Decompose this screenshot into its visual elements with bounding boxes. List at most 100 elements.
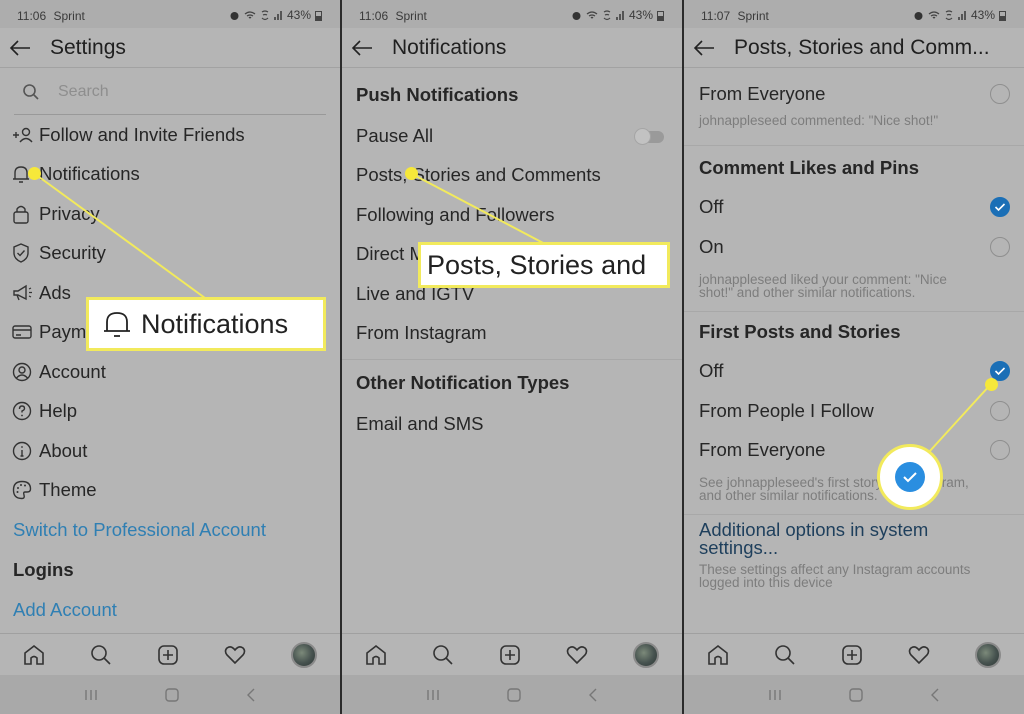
radio-unselected[interactable] <box>990 440 1010 461</box>
option-label: On <box>699 235 724 257</box>
search-icon[interactable] <box>432 644 454 666</box>
back-arrow-icon <box>351 39 372 56</box>
radio-unselected[interactable] <box>990 83 1010 104</box>
settings-item-label: Security <box>39 242 106 264</box>
option-description: johnappleseed commented: "Nice shot!" <box>699 112 939 128</box>
status-time: 11:06 <box>17 9 47 23</box>
back-nav-icon[interactable] <box>930 688 940 702</box>
hotspot-icon <box>261 9 269 20</box>
home-icon[interactable] <box>707 644 729 666</box>
status-time: 11:06 <box>359 9 389 23</box>
settings-item-label: Account <box>39 360 106 382</box>
posts-stories-comments-screen: 11:07 Sprint 43% Posts, Stories and Comm… <box>684 0 1024 714</box>
signal-icon <box>273 11 282 20</box>
pause-all-label: Pause All <box>356 124 434 146</box>
add-account-link[interactable]: Add Account <box>0 590 340 630</box>
radio-unselected[interactable] <box>990 236 1010 257</box>
settings-item-help[interactable]: Help <box>0 392 340 432</box>
additional-options-link[interactable]: Additional options in system settings... <box>684 520 1024 557</box>
system-nav-bar <box>342 675 682 714</box>
option-from-people-i-follow[interactable]: From People I Follow <box>684 391 1024 431</box>
back-button[interactable] <box>0 39 50 56</box>
notifications-callout: Notifications <box>86 297 326 351</box>
settings-item-label: Theme <box>39 479 97 501</box>
profile-avatar[interactable] <box>633 641 660 668</box>
system-nav-bar <box>0 675 340 714</box>
option-from-everyone-comments[interactable]: From Everyone <box>684 74 1024 114</box>
home-icon[interactable] <box>365 644 387 666</box>
highlight-dot <box>28 167 41 180</box>
search-input[interactable]: Search <box>14 69 326 115</box>
option-label: Off <box>699 196 724 218</box>
search-icon[interactable] <box>90 644 112 666</box>
option-first-posts-off[interactable]: Off <box>684 352 1024 392</box>
new-post-icon[interactable] <box>499 644 521 666</box>
checkmark-magnifier-callout <box>877 444 943 510</box>
section-divider <box>684 514 1024 515</box>
settings-item-label: Ads <box>39 281 71 303</box>
page-title: Posts, Stories and Comm... <box>734 35 990 59</box>
profile-avatar[interactable] <box>291 641 318 668</box>
notif-item-from-instagram[interactable]: From Instagram <box>342 314 682 354</box>
alarm-icon <box>572 11 581 20</box>
pause-all-toggle[interactable] <box>634 127 664 145</box>
recent-apps-icon[interactable] <box>768 689 782 701</box>
activity-heart-icon[interactable] <box>566 645 588 665</box>
home-nav-icon[interactable] <box>165 687 179 702</box>
back-nav-icon[interactable] <box>588 688 598 702</box>
settings-item-security[interactable]: Security <box>0 234 340 274</box>
settings-item-theme[interactable]: Theme <box>0 471 340 511</box>
notif-item-posts-stories-comments[interactable]: Posts, Stories and Comments <box>342 156 682 196</box>
recent-apps-icon[interactable] <box>84 689 98 701</box>
new-post-icon[interactable] <box>157 644 179 666</box>
alarm-icon <box>230 11 239 20</box>
option-comment-likes-on[interactable]: On <box>684 227 1024 267</box>
option-comment-likes-off[interactable]: Off <box>684 188 1024 228</box>
battery-percent: 43% <box>970 8 995 22</box>
settings-item-notifications[interactable]: Notifications <box>0 155 340 195</box>
card-icon <box>12 325 32 339</box>
settings-item-follow-invite[interactable]: Follow and Invite Friends <box>0 115 340 155</box>
home-icon[interactable] <box>23 644 45 666</box>
pause-all-row[interactable]: Pause All <box>342 116 682 156</box>
back-button[interactable] <box>684 39 734 56</box>
search-icon[interactable] <box>774 644 796 666</box>
back-button[interactable] <box>342 39 392 56</box>
radio-selected[interactable] <box>990 197 1010 218</box>
option-from-everyone-first-posts[interactable]: From Everyone <box>684 431 1024 471</box>
alarm-icon <box>914 11 923 20</box>
battery-percent: 43% <box>628 8 653 22</box>
status-bar: 11:06 Sprint 43% <box>342 0 682 28</box>
back-nav-icon[interactable] <box>246 688 256 702</box>
status-carrier: Sprint <box>737 9 769 23</box>
notif-item-following-followers[interactable]: Following and Followers <box>342 195 682 235</box>
new-post-icon[interactable] <box>841 644 863 666</box>
activity-heart-icon[interactable] <box>224 645 246 665</box>
switch-professional-link[interactable]: Switch to Professional Account <box>0 510 340 550</box>
highlight-dot <box>405 167 418 180</box>
search-icon <box>23 83 39 100</box>
radio-unselected[interactable] <box>990 400 1010 421</box>
home-nav-icon[interactable] <box>849 687 863 702</box>
back-arrow-icon <box>693 39 714 56</box>
app-bar: Posts, Stories and Comm... <box>684 28 1024 68</box>
wifi-icon <box>586 10 598 18</box>
callout-text: Notifications <box>141 308 289 339</box>
settings-item-label: Help <box>39 400 78 422</box>
activity-heart-icon[interactable] <box>908 645 930 665</box>
bottom-nav <box>342 633 682 675</box>
home-nav-icon[interactable] <box>507 687 521 702</box>
lock-icon <box>13 205 29 224</box>
palette-icon <box>12 481 32 500</box>
first-posts-heading: First Posts and Stories <box>699 320 901 342</box>
recent-apps-icon[interactable] <box>426 689 440 701</box>
notif-item-email-sms[interactable]: Email and SMS <box>342 404 682 444</box>
page-title: Settings <box>50 35 126 59</box>
app-bar: Settings <box>0 28 340 68</box>
profile-avatar[interactable] <box>975 641 1002 668</box>
settings-item-about[interactable]: About <box>0 431 340 471</box>
settings-item-privacy[interactable]: Privacy <box>0 194 340 234</box>
settings-item-account[interactable]: Account <box>0 352 340 392</box>
bottom-nav <box>0 633 340 675</box>
status-carrier: Sprint <box>395 9 427 23</box>
